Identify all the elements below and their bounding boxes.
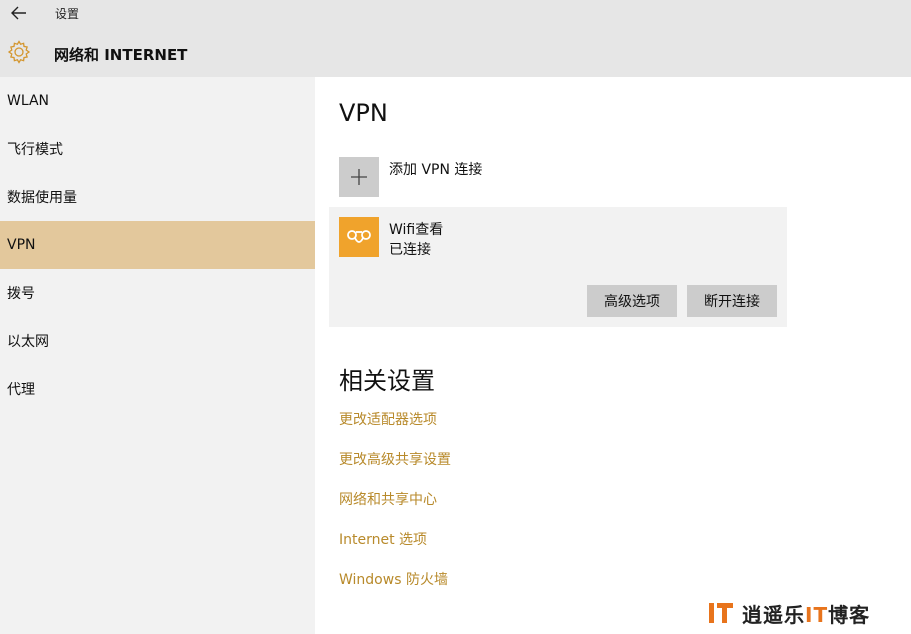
watermark-text: 逍遥乐IT博客: [742, 599, 870, 628]
vpn-section-title: VPN: [339, 99, 388, 127]
sidebar-item-ethernet[interactable]: 以太网: [0, 317, 315, 365]
page-title: 网络和 INTERNET: [54, 46, 188, 64]
vpn-connection-name: Wifi查看: [389, 222, 444, 238]
link-advanced-sharing[interactable]: 更改高级共享设置: [339, 449, 451, 469]
sidebar-item-label: 数据使用量: [7, 190, 77, 206]
advanced-options-button[interactable]: 高级选项: [587, 285, 677, 317]
sidebar-item-data-usage[interactable]: 数据使用量: [0, 173, 315, 221]
related-settings-title: 相关设置: [339, 367, 435, 395]
main-content: VPN 添加 VPN 连接 Wifi查看 已连接 高级选项 断开连接 相关设置 …: [315, 77, 911, 634]
watermark-text-accent: IT: [805, 602, 829, 627]
sidebar: WLAN 飞行模式 数据使用量 VPN 拨号 以太网 代理: [0, 77, 315, 634]
watermark-text-end: 博客: [828, 602, 871, 627]
watermark: 逍遥乐IT博客: [708, 598, 870, 628]
sidebar-item-proxy[interactable]: 代理: [0, 365, 315, 413]
sidebar-item-vpn[interactable]: VPN: [0, 221, 315, 269]
add-vpn-button[interactable]: 添加 VPN 连接: [339, 157, 639, 197]
sidebar-item-wlan[interactable]: WLAN: [0, 77, 315, 125]
sidebar-item-label: WLAN: [7, 93, 50, 109]
add-vpn-label: 添加 VPN 连接: [389, 162, 483, 178]
sidebar-item-label: 飞行模式: [7, 142, 63, 158]
back-button[interactable]: [8, 4, 30, 22]
sidebar-item-label: 代理: [7, 382, 35, 398]
disconnect-button[interactable]: 断开连接: [687, 285, 777, 317]
link-network-sharing-center[interactable]: 网络和共享中心: [339, 489, 437, 509]
window-title: 设置: [55, 7, 80, 21]
sidebar-item-label: VPN: [7, 237, 36, 253]
plus-icon: [351, 169, 367, 185]
sidebar-item-dialup[interactable]: 拨号: [0, 269, 315, 317]
link-internet-options[interactable]: Internet 选项: [339, 529, 427, 549]
titlebar: 设置: [0, 0, 911, 28]
vpn-connection-card[interactable]: Wifi查看 已连接 高级选项 断开连接: [329, 207, 787, 327]
page-header: 网络和 INTERNET: [0, 28, 911, 77]
sidebar-item-label: 以太网: [7, 334, 49, 350]
link-adapter-options[interactable]: 更改适配器选项: [339, 409, 437, 429]
sidebar-item-label: 拨号: [7, 286, 35, 302]
gear-icon: [7, 40, 31, 64]
vpn-link-icon: [347, 230, 371, 243]
link-windows-firewall[interactable]: Windows 防火墙: [339, 569, 448, 589]
vpn-connection-icon: [339, 217, 379, 257]
add-icon-box: [339, 157, 379, 197]
vpn-connection-status: 已连接: [389, 242, 431, 258]
watermark-text-main: 逍遥乐: [742, 602, 805, 627]
arrow-left-icon: [11, 6, 26, 20]
watermark-logo-icon: [709, 603, 733, 623]
sidebar-item-airplane-mode[interactable]: 飞行模式: [0, 125, 315, 173]
